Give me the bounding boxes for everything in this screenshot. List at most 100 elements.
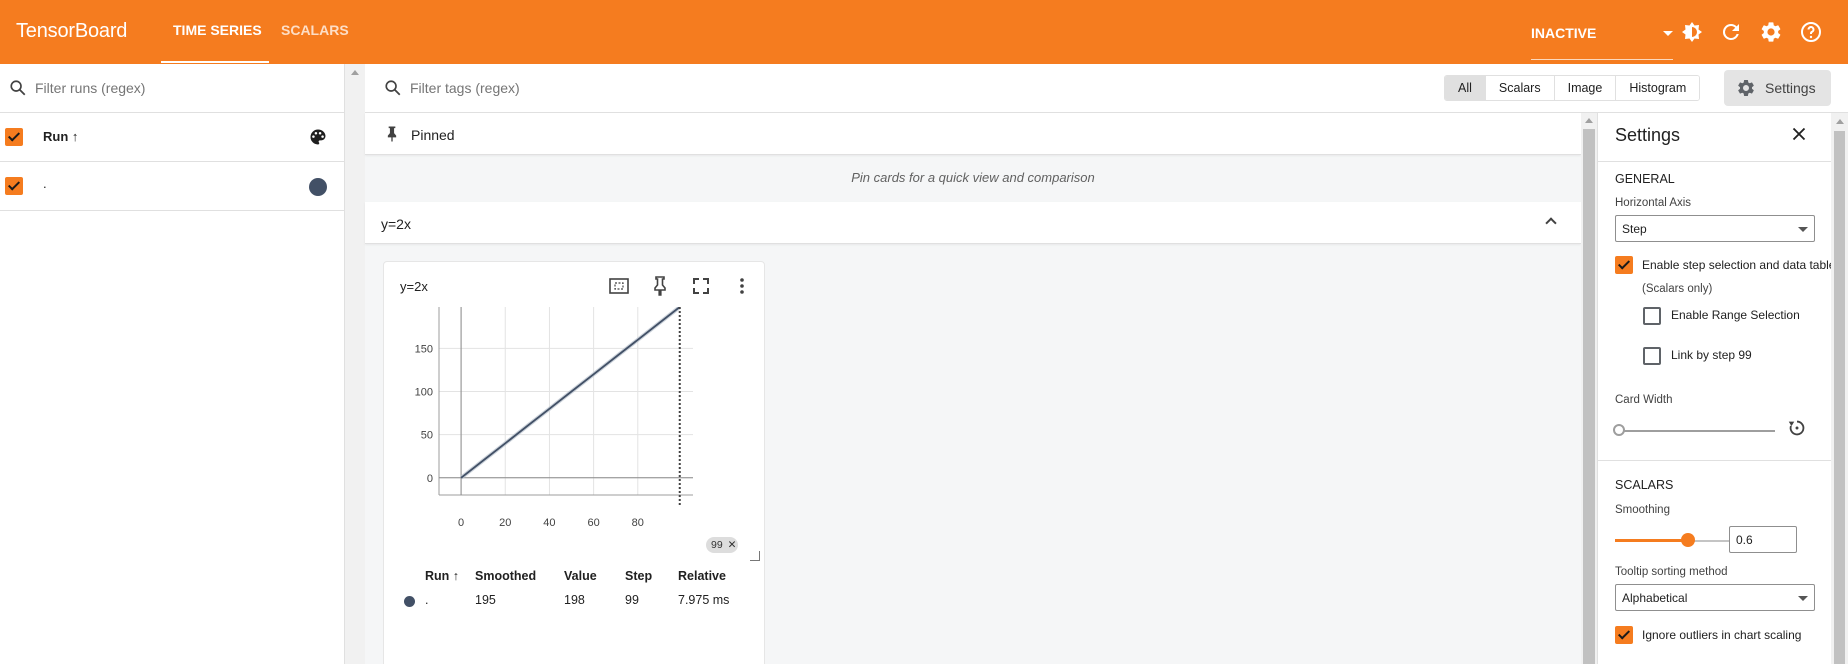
dropdown-arrow-icon: [1798, 227, 1808, 232]
table-header-value[interactable]: Value: [564, 569, 597, 583]
pinned-empty-message: Pin cards for a quick view and compariso…: [851, 170, 1095, 185]
tags-filter-input[interactable]: Filter tags (regex): [410, 80, 520, 96]
scroll-up-arrow-icon[interactable]: [1585, 118, 1593, 123]
refresh-icon[interactable]: [1719, 20, 1743, 44]
divider: [1598, 161, 1831, 162]
runs-table-header: Run ↑: [0, 113, 345, 162]
chart-resize-handle-icon[interactable]: [750, 551, 760, 561]
series-smoothed-line: [460, 306, 681, 479]
pinned-title: Pinned: [411, 127, 455, 143]
palette-icon[interactable]: [308, 127, 328, 147]
reset-width-icon[interactable]: [1786, 417, 1808, 439]
cards-area: Pinned Pin cards for a quick view and co…: [365, 113, 1581, 664]
tooltip-sort-label: Tooltip sorting method: [1615, 566, 1728, 578]
run-color-swatch[interactable]: [309, 178, 327, 196]
link-by-step-checkbox[interactable]: [1643, 347, 1661, 365]
pin-icon: [387, 126, 397, 142]
scrollbar-thumb[interactable]: [1834, 131, 1845, 664]
ignore-outliers-label: Ignore outliers in chart scaling: [1642, 628, 1802, 642]
step-selector-chip[interactable]: 99 ✕: [706, 537, 738, 553]
x-tick-label: 60: [587, 517, 599, 529]
smoothing-input-value: 0.6: [1736, 533, 1753, 547]
filter-image-button[interactable]: Image: [1554, 76, 1617, 100]
card-group-header[interactable]: y=2x: [365, 202, 1581, 244]
ignore-outliers-checkbox[interactable]: [1615, 626, 1633, 644]
card-width-slider-track[interactable]: [1619, 430, 1775, 432]
x-tick-label: 40: [543, 517, 555, 529]
table-header-smoothed[interactable]: Smoothed: [475, 569, 536, 583]
step-chip-close-icon[interactable]: ✕: [728, 539, 737, 551]
pin-card-icon[interactable]: [648, 274, 672, 298]
tab-time-series[interactable]: TIME SERIES: [173, 22, 262, 38]
pinned-section-header: Pinned: [365, 113, 1581, 155]
smoothing-input[interactable]: 0.6: [1729, 526, 1797, 553]
y-tick-label: 150: [415, 343, 433, 355]
fullscreen-icon[interactable]: [689, 274, 713, 298]
enable-range-selection-checkbox[interactable]: [1643, 307, 1661, 325]
settings-scrollbar[interactable]: [1831, 113, 1848, 664]
horizontal-axis-select[interactable]: Step: [1615, 215, 1815, 242]
smoothing-slider-knob[interactable]: [1681, 533, 1696, 547]
plugin-type-filter: All Scalars Image Histogram: [1444, 75, 1701, 101]
settings-title: Settings: [1615, 125, 1681, 145]
filter-all-button[interactable]: All: [1445, 76, 1486, 100]
horizontal-axis-label: Horizontal Axis: [1615, 197, 1692, 209]
tags-filter-bar: Filter tags (regex) All Scalars Image Hi…: [365, 64, 1848, 113]
runs-scrollbar[interactable]: [345, 64, 365, 664]
theme-toggle-icon[interactable]: [1680, 20, 1704, 44]
scroll-up-arrow-icon[interactable]: [351, 70, 359, 75]
run-row[interactable]: .: [0, 162, 345, 211]
cards-scrollbar[interactable]: [1581, 113, 1597, 664]
dropdown-arrow-icon: [1663, 31, 1673, 36]
top-app-bar: TensorBoard TIME SERIES SCALARS INACTIVE: [0, 0, 1848, 64]
line-chart[interactable]: 0 20 40 60 80 0 50 100 150: [384, 305, 766, 552]
table-header-relative[interactable]: Relative: [678, 569, 726, 583]
collapse-chevron-icon[interactable]: [1545, 217, 1557, 229]
scrollbar-thumb[interactable]: [1583, 129, 1595, 664]
table-header-step[interactable]: Step: [625, 569, 652, 583]
enable-step-selection-checkbox[interactable]: [1615, 256, 1633, 274]
scalars-only-note: (Scalars only): [1642, 283, 1713, 295]
close-icon[interactable]: [1788, 123, 1810, 145]
tooltip-sort-select[interactable]: Alphabetical: [1615, 584, 1815, 611]
table-cell-run: .: [425, 593, 429, 607]
filter-scalars-button[interactable]: Scalars: [1485, 76, 1555, 100]
smoothing-label: Smoothing: [1615, 504, 1670, 516]
settings-gear-icon[interactable]: [1759, 20, 1783, 44]
filter-histogram-button[interactable]: Histogram: [1616, 76, 1700, 100]
link-by-step-label: Link by step 99: [1671, 348, 1752, 362]
x-tick-label: 80: [632, 517, 644, 529]
scroll-up-arrow-icon[interactable]: [1836, 119, 1844, 124]
run-column-header[interactable]: Run ↑: [43, 129, 78, 144]
table-header-run[interactable]: Run ↑: [425, 569, 459, 583]
card-width-slider-knob[interactable]: [1613, 424, 1625, 436]
tooltip-sort-value: Alphabetical: [1622, 591, 1688, 605]
run-checkbox[interactable]: [5, 177, 23, 195]
line-chart-svg[interactable]: 0 20 40 60 80 0 50 100 150: [384, 305, 766, 552]
select-all-runs-checkbox[interactable]: [5, 128, 23, 146]
enable-range-selection-label: Enable Range Selection: [1671, 308, 1800, 322]
reload-status-select[interactable]: INACTIVE: [1531, 24, 1673, 60]
divider: [1598, 460, 1831, 461]
help-icon[interactable]: [1799, 20, 1823, 44]
settings-panel: Settings GENERAL Horizontal Axis Step En…: [1597, 113, 1831, 664]
fit-domain-icon[interactable]: [607, 274, 631, 298]
table-cell-value: 198: [564, 593, 585, 607]
table-cell-smoothed: 195: [475, 593, 496, 607]
table-cell-step: 99: [625, 593, 639, 607]
card-title: y=2x: [400, 279, 428, 294]
step-chip-value: 99: [711, 539, 723, 551]
table-cell-relative: 7.975 ms: [678, 593, 730, 607]
runs-filter-input[interactable]: Filter runs (regex): [35, 80, 145, 96]
search-icon: [385, 80, 401, 96]
gear-icon: [1738, 79, 1754, 96]
search-icon: [10, 80, 26, 96]
card-width-label: Card Width: [1615, 394, 1673, 406]
more-options-icon[interactable]: [730, 274, 754, 298]
settings-button-label: Settings: [1765, 80, 1816, 96]
enable-step-selection-label: Enable step selection and data table: [1642, 258, 1831, 272]
smoothing-slider-fill: [1615, 539, 1689, 542]
run-name: .: [43, 176, 47, 191]
settings-toggle-button[interactable]: Settings: [1724, 70, 1831, 106]
tab-scalars[interactable]: SCALARS: [281, 22, 349, 38]
